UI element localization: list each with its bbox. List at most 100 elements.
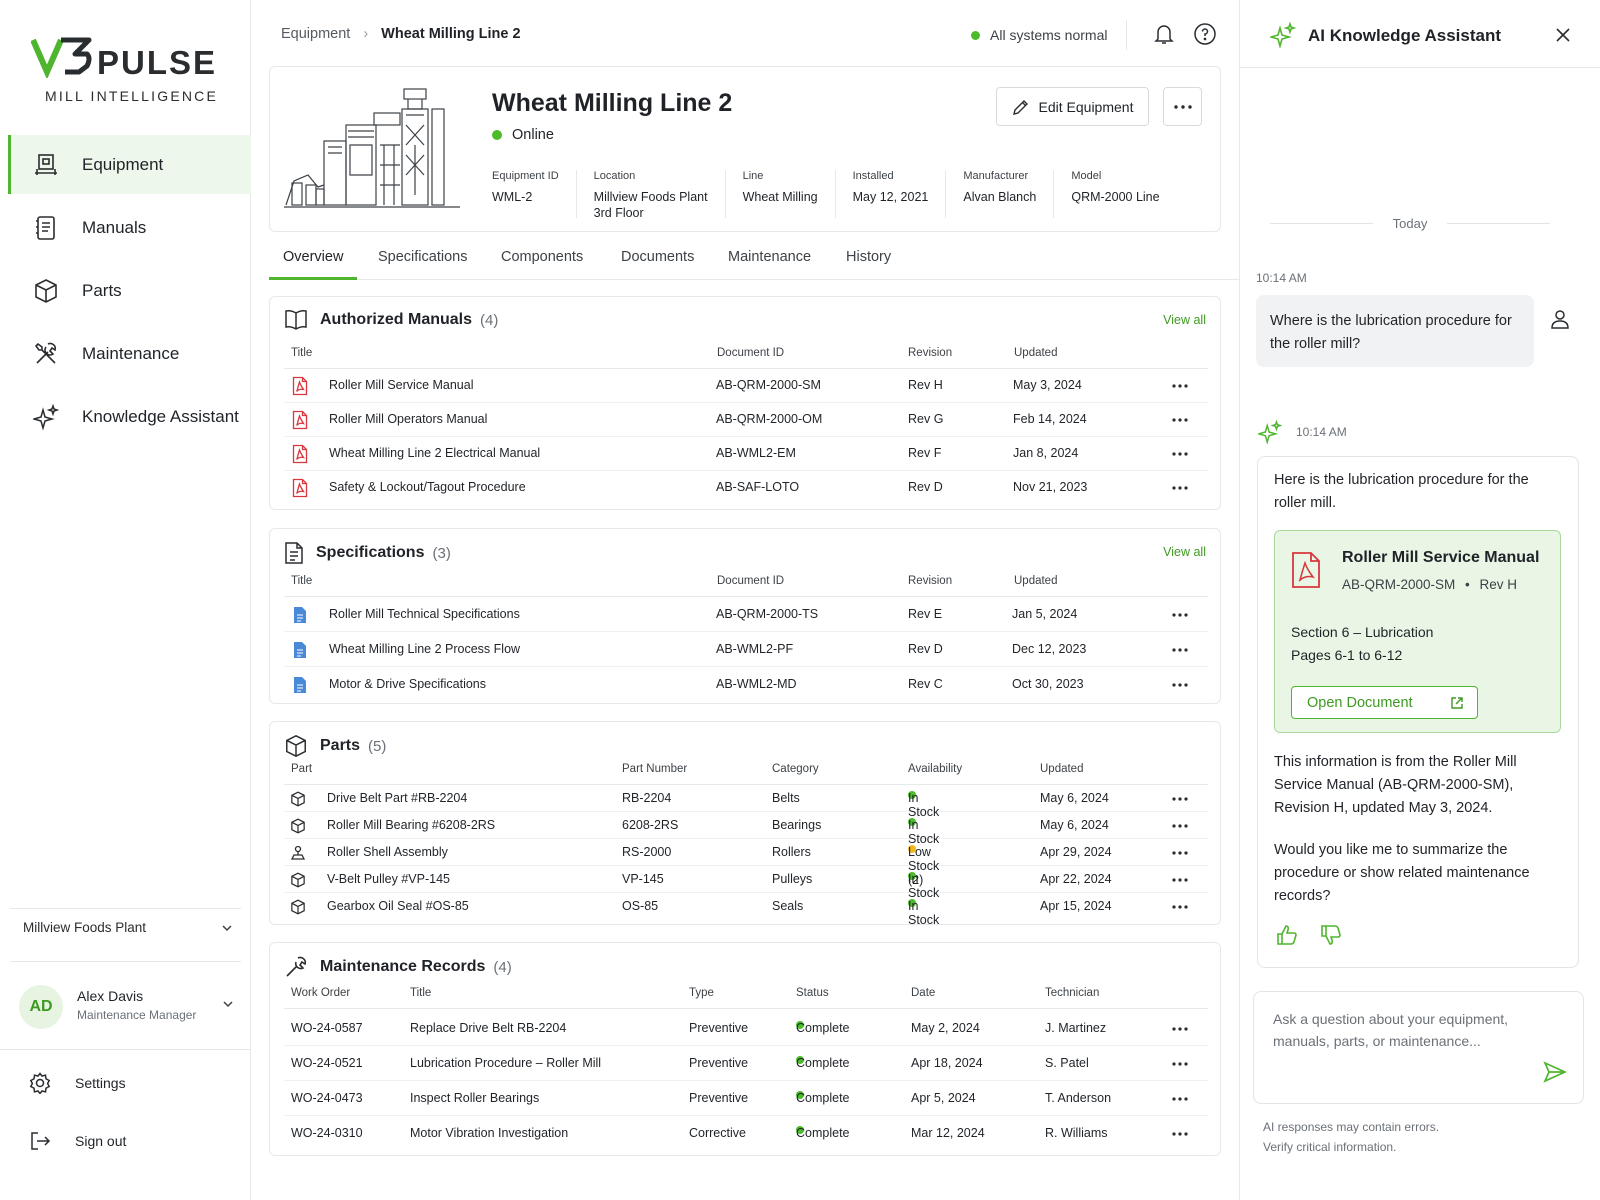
work-order-id: WO-24-0473 bbox=[291, 1090, 363, 1105]
table-row[interactable]: Roller Shell Assembly RS-2000 Rollers Low S… bbox=[284, 839, 1208, 887]
settings-link[interactable]: Settings bbox=[29, 1072, 126, 1094]
row-icon-wrap bbox=[290, 845, 306, 861]
more-horizontal-icon bbox=[1172, 823, 1188, 828]
external-link-icon bbox=[1451, 697, 1463, 709]
column-header: Part Number bbox=[622, 763, 688, 775]
view-all-specifications-link[interactable]: View all bbox=[1163, 545, 1206, 559]
field-label: Equipment ID bbox=[492, 170, 559, 182]
row-menu-button[interactable] bbox=[1172, 682, 1188, 687]
divider bbox=[1126, 20, 1127, 50]
tab-history[interactable]: History bbox=[832, 236, 905, 280]
tab-components[interactable]: Components bbox=[487, 236, 597, 280]
sparkle-icon bbox=[1270, 22, 1296, 48]
part-name: V-Belt Pulley #VP-145 bbox=[327, 871, 450, 886]
updated-date: Nov 21, 2023 bbox=[1013, 480, 1088, 494]
field-value: WML-2 bbox=[492, 190, 533, 204]
work-order-type: Preventive bbox=[689, 1055, 749, 1070]
thumbs-down-icon[interactable] bbox=[1320, 924, 1342, 946]
row-menu-button[interactable] bbox=[1172, 1026, 1188, 1031]
sidebar-nav: Equipment Manuals Parts Maintenance Know… bbox=[8, 135, 251, 450]
more-options-button[interactable] bbox=[1163, 87, 1202, 126]
row-icon-wrap bbox=[293, 676, 307, 694]
table-row[interactable]: WO-24-0587 Replace Drive Belt RB-2204 Prev… bbox=[284, 1011, 1208, 1046]
sidebar-item-equipment[interactable]: Equipment bbox=[8, 135, 251, 194]
row-menu-button[interactable] bbox=[1172, 486, 1188, 490]
open-document-button[interactable]: Open Document bbox=[1291, 686, 1478, 719]
table-row[interactable]: Drive Belt Part #RB-2204 RB-2204 Belts In S… bbox=[284, 785, 1208, 819]
plant-selector[interactable]: Millview Foods Plant bbox=[23, 920, 233, 935]
row-menu-button[interactable] bbox=[1172, 1061, 1188, 1066]
field-value: Millview Foods Plant 3rd Floor bbox=[593, 190, 708, 220]
pdf-icon bbox=[292, 376, 308, 396]
more-horizontal-icon bbox=[1172, 384, 1188, 388]
tab-maintenance[interactable]: Maintenance bbox=[714, 236, 825, 280]
sidebar-item-parts[interactable]: Parts bbox=[8, 261, 251, 320]
row-menu-button[interactable] bbox=[1172, 850, 1188, 855]
sign-out-link[interactable]: Sign out bbox=[29, 1130, 126, 1152]
row-menu-button[interactable] bbox=[1172, 1131, 1188, 1136]
parts-section: Parts (5) Part Part Number Category Availab… bbox=[269, 721, 1221, 927]
sidebar-item-maintenance[interactable]: Maintenance bbox=[8, 324, 251, 383]
table-header: Work Order Title Type Status Date Technician bbox=[284, 987, 1208, 1009]
row-icon-wrap bbox=[290, 818, 306, 834]
table-row[interactable]: Motor & Drive Specifications AB-WML2-MD Re… bbox=[284, 667, 1208, 702]
thumbs-up-icon[interactable] bbox=[1276, 924, 1298, 946]
sparkle-icon bbox=[1258, 420, 1282, 444]
table-row[interactable]: Roller Mill Technical Specifications AB-Q… bbox=[284, 597, 1208, 632]
table-row[interactable]: Gearbox Oil Seal #OS-85 OS-85 Seals In Stoc… bbox=[284, 893, 1208, 927]
status-dot bbox=[971, 30, 980, 40]
breadcrumb-equipment[interactable]: Equipment bbox=[281, 26, 350, 42]
table-row[interactable]: Roller Mill Bearing #6208-2RS 6208-2RS Bea… bbox=[284, 812, 1208, 846]
date-divider: Today bbox=[1270, 216, 1551, 231]
table-row[interactable]: Roller Mill Operators Manual AB-QRM-2000-… bbox=[284, 403, 1208, 437]
row-menu-button[interactable] bbox=[1172, 647, 1188, 652]
row-icon-wrap bbox=[292, 478, 308, 498]
tab-overview[interactable]: Overview bbox=[269, 236, 358, 280]
manual-icon bbox=[32, 214, 60, 242]
help-icon[interactable] bbox=[1193, 22, 1217, 46]
revision: Rev D bbox=[908, 480, 943, 494]
row-menu-button[interactable] bbox=[1172, 418, 1188, 422]
revision: Rev F bbox=[908, 446, 942, 460]
row-menu-button[interactable] bbox=[1172, 612, 1188, 617]
page-range: Pages 6-1 to 6-12 bbox=[1291, 647, 1403, 663]
row-menu-button[interactable] bbox=[1172, 384, 1188, 388]
row-menu-button[interactable] bbox=[1172, 877, 1188, 882]
table-row[interactable]: Wheat Milling Line 2 Process Flow AB-WML2… bbox=[284, 632, 1208, 667]
chevron-down-icon bbox=[222, 924, 232, 931]
row-menu-button[interactable] bbox=[1172, 823, 1188, 828]
document-title: Roller Mill Service Manual bbox=[1342, 549, 1540, 566]
user-name: Alex Davis bbox=[77, 988, 144, 1004]
assembly-icon bbox=[290, 845, 306, 860]
table-row[interactable]: WO-24-0473 Inspect Roller Bearings Prevent… bbox=[284, 1081, 1208, 1116]
row-menu-button[interactable] bbox=[1172, 796, 1188, 801]
sidebar-item-manuals[interactable]: Manuals bbox=[8, 198, 251, 257]
table-row[interactable]: WO-24-0521 Lubrication Procedure – Roller… bbox=[284, 1046, 1208, 1081]
table-row[interactable]: WO-24-0310 Motor Vibration Investigation C… bbox=[284, 1116, 1208, 1151]
tab-documents[interactable]: Documents bbox=[607, 236, 708, 280]
table-row[interactable]: Wheat Milling Line 2 Electrical Manual AB… bbox=[284, 437, 1208, 471]
send-icon[interactable] bbox=[1543, 1061, 1567, 1083]
close-icon[interactable] bbox=[1556, 28, 1570, 42]
section-title: Maintenance Records bbox=[320, 958, 486, 975]
row-menu-button[interactable] bbox=[1172, 904, 1188, 909]
table-row[interactable]: V-Belt Pulley #VP-145 VP-145 Pulleys In Sto… bbox=[284, 866, 1208, 900]
manual-title: Wheat Milling Line 2 Electrical Manual bbox=[329, 446, 541, 460]
brand-logo[interactable]: PULSE MILL INTELLIGENCE bbox=[31, 34, 221, 104]
specifications-section: Specifications (3) View all Title Documen… bbox=[269, 528, 1221, 704]
chat-input-box bbox=[1253, 991, 1584, 1104]
part-name: Gearbox Oil Seal #OS-85 bbox=[327, 898, 469, 913]
status-text: Complete bbox=[796, 1055, 850, 1070]
table-row[interactable]: Safety & Lockout/Tagout Procedure AB-SAF-… bbox=[284, 471, 1208, 505]
bell-icon[interactable] bbox=[1152, 22, 1176, 46]
table-row[interactable]: Roller Mill Service Manual AB-QRM-2000-SM… bbox=[284, 369, 1208, 403]
row-menu-button[interactable] bbox=[1172, 452, 1188, 456]
sidebar-item-knowledge-assistant[interactable]: Knowledge Assistant bbox=[8, 387, 251, 446]
edit-equipment-button[interactable]: Edit Equipment bbox=[996, 87, 1149, 126]
document-reference-card[interactable]: Roller Mill Service Manual AB-QRM-2000-S… bbox=[1274, 530, 1561, 733]
user-menu[interactable]: AD Alex Davis Maintenance Manager bbox=[19, 980, 234, 1030]
row-menu-button[interactable] bbox=[1172, 1096, 1188, 1101]
chat-input[interactable] bbox=[1254, 992, 1583, 1103]
tab-specifications[interactable]: Specifications bbox=[364, 236, 481, 280]
view-all-manuals-link[interactable]: View all bbox=[1163, 313, 1206, 327]
